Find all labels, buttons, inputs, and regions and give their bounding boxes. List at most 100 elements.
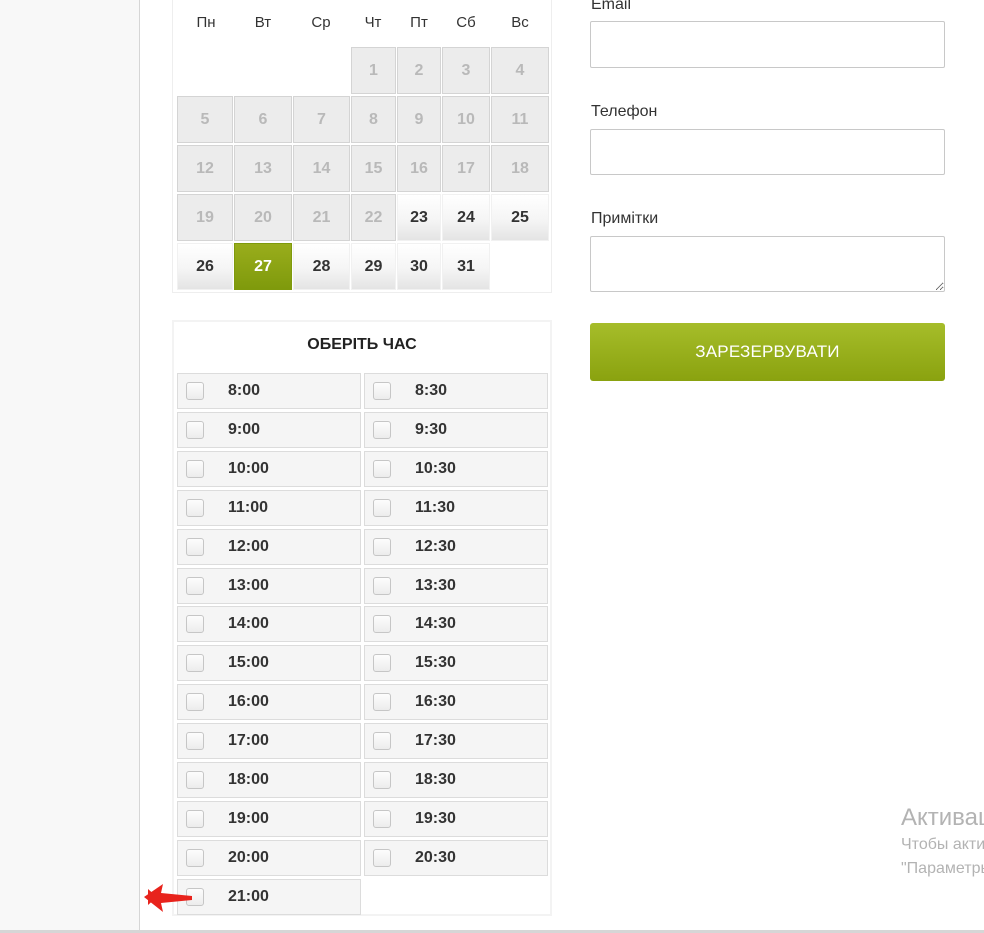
- calendar-day: 13: [234, 145, 292, 192]
- time-slot-checkbox[interactable]: [186, 499, 204, 517]
- calendar-day: 18: [491, 145, 549, 192]
- time-slot-checkbox[interactable]: [373, 615, 391, 633]
- calendar-day: 2: [397, 47, 441, 94]
- time-slot[interactable]: 8:30: [364, 373, 548, 409]
- weekday-header: Вт: [254, 14, 272, 31]
- time-slot-checkbox[interactable]: [373, 382, 391, 400]
- phone-field[interactable]: [590, 129, 945, 175]
- time-slot-checkbox[interactable]: [373, 771, 391, 789]
- time-slot-checkbox[interactable]: [373, 849, 391, 867]
- time-slot-label: 11:30: [415, 499, 456, 516]
- time-slot-checkbox[interactable]: [186, 771, 204, 789]
- weekday-header: Пт: [410, 14, 428, 31]
- calendar-day: 1: [351, 47, 396, 94]
- time-slot-checkbox[interactable]: [186, 810, 204, 828]
- time-slot[interactable]: 15:30: [364, 645, 548, 681]
- time-slot-checkbox[interactable]: [186, 849, 204, 867]
- time-slot[interactable]: 17:00: [177, 723, 361, 759]
- time-slot-checkbox[interactable]: [373, 460, 391, 478]
- time-slot-checkbox[interactable]: [373, 654, 391, 672]
- time-slot-checkbox[interactable]: [186, 693, 204, 711]
- time-slot-checkbox[interactable]: [373, 693, 391, 711]
- time-slot[interactable]: 17:30: [364, 723, 548, 759]
- time-slot-label: 11:00: [228, 499, 269, 516]
- time-slot-label: 21:00: [228, 888, 269, 905]
- watermark-line-2: "Параметры".: [901, 860, 984, 877]
- time-slot[interactable]: 20:30: [364, 840, 548, 876]
- calendar-day[interactable]: 26: [177, 243, 233, 290]
- time-slot[interactable]: 14:00: [177, 606, 361, 642]
- time-slot-checkbox[interactable]: [186, 654, 204, 672]
- calendar-day: 7: [293, 96, 350, 143]
- calendar-day: 4: [491, 47, 549, 94]
- email-field[interactable]: [590, 21, 945, 68]
- page-left-gutter: [0, 0, 140, 933]
- time-slot-checkbox[interactable]: [186, 615, 204, 633]
- reserve-button[interactable]: ЗАРЕЗЕРВУВАТИ: [590, 323, 945, 381]
- time-slot-checkbox[interactable]: [373, 810, 391, 828]
- time-slot-checkbox[interactable]: [373, 499, 391, 517]
- calendar-day[interactable]: 25: [491, 194, 549, 241]
- time-slot[interactable]: 16:30: [364, 684, 548, 720]
- time-slot[interactable]: 12:30: [364, 529, 548, 565]
- calendar-day[interactable]: 30: [397, 243, 441, 290]
- calendar-day: 14: [293, 145, 350, 192]
- calendar-day[interactable]: 29: [351, 243, 396, 290]
- calendar-day: 10: [442, 96, 490, 143]
- booking-calendar: Пн Вт Ср Чт Пт Сб Вс 1 2 3 4 5 6 7 8 9 10 11 12 13 14 15 16 17 1…: [172, 0, 552, 293]
- calendar-day: 5: [177, 96, 233, 143]
- time-slot-checkbox[interactable]: [186, 460, 204, 478]
- time-slot[interactable]: 10:30: [364, 451, 548, 487]
- time-slot-label: 10:30: [415, 460, 456, 477]
- time-slot[interactable]: 10:00: [177, 451, 361, 487]
- time-slot[interactable]: 13:30: [364, 568, 548, 604]
- time-picker-panel: ОБЕРІТЬ ЧАС 8:00 8:30 9:00 9:30 10:00 10:30 11…: [172, 320, 552, 916]
- time-slot[interactable]: 19:00: [177, 801, 361, 837]
- notes-field[interactable]: [590, 236, 945, 292]
- time-slot[interactable]: 18:30: [364, 762, 548, 798]
- weekday-header: Вс: [511, 14, 529, 31]
- time-picker-title: ОБЕРІТЬ ЧАС: [307, 336, 417, 353]
- time-slot[interactable]: 11:30: [364, 490, 548, 526]
- time-slot[interactable]: 19:30: [364, 801, 548, 837]
- time-slot-checkbox[interactable]: [186, 538, 204, 556]
- time-slot[interactable]: 20:00: [177, 840, 361, 876]
- time-slot[interactable]: 16:00: [177, 684, 361, 720]
- calendar-day[interactable]: 23: [397, 194, 441, 241]
- watermark-line-1: Чтобы активировать Windows, перейдите: [901, 836, 984, 853]
- time-slot-label: 13:30: [415, 577, 456, 594]
- calendar-day-selected[interactable]: 27: [234, 243, 292, 290]
- weekday-header: Чт: [364, 14, 382, 31]
- weekday-header: Ср: [311, 14, 331, 31]
- time-slot[interactable]: 9:00: [177, 412, 361, 448]
- time-slot-checkbox[interactable]: [373, 421, 391, 439]
- time-slot[interactable]: 9:30: [364, 412, 548, 448]
- time-slot-checkbox[interactable]: [373, 538, 391, 556]
- time-slot-checkbox[interactable]: [186, 577, 204, 595]
- calendar-day: 15: [351, 145, 396, 192]
- time-slot-label: 19:30: [415, 810, 456, 827]
- time-slot-checkbox[interactable]: [186, 421, 204, 439]
- time-slot-checkbox[interactable]: [186, 732, 204, 750]
- calendar-day: 12: [177, 145, 233, 192]
- calendar-day[interactable]: 31: [442, 243, 490, 290]
- time-slot[interactable]: 12:00: [177, 529, 361, 565]
- time-slot-checkbox[interactable]: [373, 732, 391, 750]
- time-slot-label: 8:00: [228, 382, 261, 399]
- time-slot-label: 16:00: [228, 693, 269, 710]
- calendar-day: 9: [397, 96, 441, 143]
- time-slot[interactable]: 21:00: [177, 879, 361, 915]
- time-slot[interactable]: 11:00: [177, 490, 361, 526]
- time-slot[interactable]: 15:00: [177, 645, 361, 681]
- time-slot-label: 15:00: [228, 654, 269, 671]
- calendar-day[interactable]: 24: [442, 194, 490, 241]
- time-slot[interactable]: 18:00: [177, 762, 361, 798]
- time-slot[interactable]: 8:00: [177, 373, 361, 409]
- time-slot[interactable]: 13:00: [177, 568, 361, 604]
- calendar-day: 21: [293, 194, 350, 241]
- time-slot-checkbox[interactable]: [186, 382, 204, 400]
- time-slot-label: 19:00: [228, 810, 269, 827]
- calendar-day[interactable]: 28: [293, 243, 350, 290]
- time-slot[interactable]: 14:30: [364, 606, 548, 642]
- time-slot-checkbox[interactable]: [373, 577, 391, 595]
